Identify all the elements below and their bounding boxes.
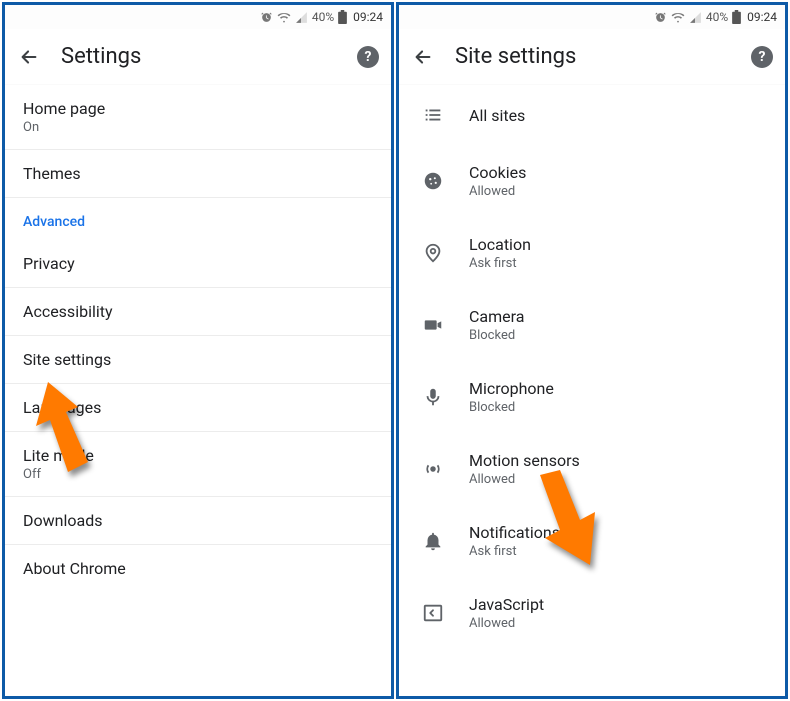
section-advanced: Advanced (5, 198, 391, 240)
help-button[interactable]: ? (357, 46, 379, 68)
battery-percent: 40% (312, 10, 334, 24)
settings-item-label: Themes (23, 164, 373, 183)
list-icon (421, 103, 445, 127)
settings-item-label: Lite mode (23, 446, 373, 465)
settings-item-label: About Chrome (23, 559, 373, 578)
page-title: Settings (61, 44, 337, 69)
status-bar: 40% 09:24 (5, 5, 391, 29)
settings-item-themes[interactable]: Themes (5, 150, 391, 198)
back-button[interactable] (17, 45, 41, 69)
settings-item-label: Privacy (23, 254, 373, 273)
battery-icon (732, 10, 741, 24)
site-item-sub: Blocked (469, 400, 554, 415)
settings-item-site-settings[interactable]: Site settings (5, 336, 391, 384)
site-item-motion-sensors[interactable]: Motion sensors Allowed (399, 433, 785, 505)
settings-item-privacy[interactable]: Privacy (5, 240, 391, 288)
site-item-notifications[interactable]: Notifications Ask first (399, 505, 785, 577)
settings-item-lite-mode[interactable]: Lite mode Off (5, 432, 391, 497)
wifi-icon (277, 10, 291, 24)
site-item-location[interactable]: Location Ask first (399, 217, 785, 289)
settings-item-label: Downloads (23, 511, 373, 530)
settings-item-sub: On (23, 120, 373, 135)
site-item-label: Cookies (469, 163, 526, 182)
camera-icon (421, 313, 445, 337)
site-item-label: Location (469, 235, 531, 254)
site-item-label: JavaScript (469, 595, 544, 614)
settings-item-label: Home page (23, 99, 373, 118)
wifi-icon (671, 10, 685, 24)
motion-icon (421, 457, 445, 481)
settings-item-label: Accessibility (23, 302, 373, 321)
site-item-sub: Allowed (469, 472, 580, 487)
site-item-microphone[interactable]: Microphone Blocked (399, 361, 785, 433)
settings-item-home-page[interactable]: Home page On (5, 85, 391, 150)
settings-item-languages[interactable]: Languages (5, 384, 391, 432)
site-item-javascript[interactable]: JavaScript Allowed (399, 577, 785, 649)
cookie-icon (421, 169, 445, 193)
location-icon (421, 241, 445, 265)
status-time: 09:24 (353, 10, 383, 24)
settings-item-accessibility[interactable]: Accessibility (5, 288, 391, 336)
phone-left: 40% 09:24 Settings ? Home page On Themes… (2, 2, 394, 699)
site-item-sub: Ask first (469, 544, 560, 559)
settings-list: Home page On Themes Advanced Privacy Acc… (5, 85, 391, 592)
site-item-camera[interactable]: Camera Blocked (399, 289, 785, 361)
status-bar: 40% 09:24 (399, 5, 785, 29)
app-bar: Settings ? (5, 29, 391, 85)
settings-item-about-chrome[interactable]: About Chrome (5, 545, 391, 592)
battery-icon (338, 10, 347, 24)
back-button[interactable] (411, 45, 435, 69)
site-item-label: Microphone (469, 379, 554, 398)
site-item-sub: Allowed (469, 616, 544, 631)
battery-percent: 40% (706, 10, 728, 24)
site-item-all-sites[interactable]: All sites (399, 85, 785, 145)
signal-icon (689, 11, 702, 24)
page-title: Site settings (455, 44, 731, 69)
alarm-icon (260, 11, 273, 24)
site-item-label: Notifications (469, 523, 560, 542)
settings-item-label: Site settings (23, 350, 373, 369)
site-item-label: All sites (469, 106, 525, 125)
site-item-label: Motion sensors (469, 451, 580, 470)
site-item-label: Camera (469, 307, 524, 326)
alarm-icon (654, 11, 667, 24)
mic-icon (421, 385, 445, 409)
status-time: 09:24 (747, 10, 777, 24)
settings-item-sub: Off (23, 467, 373, 482)
help-button[interactable]: ? (751, 46, 773, 68)
settings-item-downloads[interactable]: Downloads (5, 497, 391, 545)
signal-icon (295, 11, 308, 24)
site-item-sub: Blocked (469, 328, 524, 343)
app-bar: Site settings ? (399, 29, 785, 85)
settings-item-label: Languages (23, 398, 373, 417)
site-item-sub: Ask first (469, 256, 531, 271)
site-item-cookies[interactable]: Cookies Allowed (399, 145, 785, 217)
site-settings-list: All sites Cookies Allowed Location Ask f… (399, 85, 785, 649)
javascript-icon (421, 601, 445, 625)
phone-right: 40% 09:24 Site settings ? All sites Cook… (396, 2, 788, 699)
bell-icon (421, 529, 445, 553)
site-item-sub: Allowed (469, 184, 526, 199)
